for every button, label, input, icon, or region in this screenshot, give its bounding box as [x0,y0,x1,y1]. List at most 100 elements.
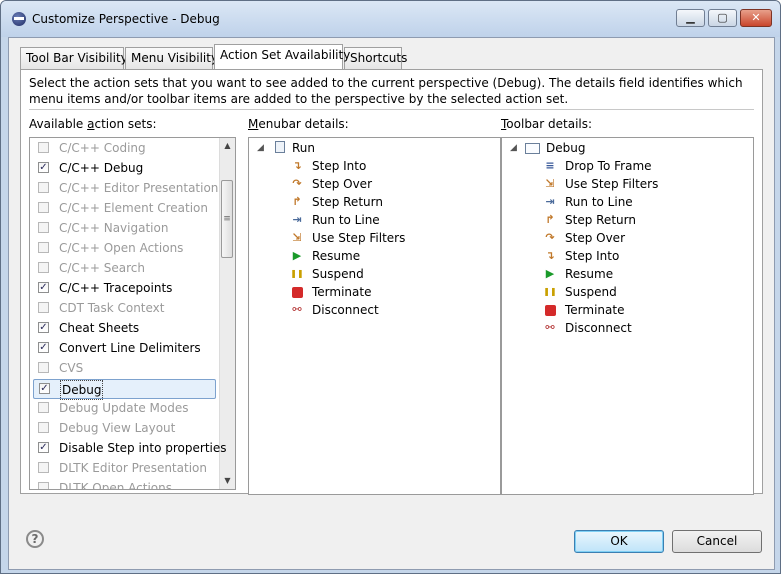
tab-menu-visibility[interactable]: Menu Visibility [125,47,218,69]
step-into-icon: ↴ [292,159,302,172]
scroll-down-arrow-icon[interactable]: ▼ [220,473,235,489]
checkbox[interactable]: ✓ [38,342,49,353]
checkbox[interactable] [38,482,49,489]
step-into-icon: ↴ [545,249,555,262]
menubar-details-tree[interactable]: ◢ Run ↴ Step Into ↷ Step Over ↱ Step Return ⇥ R… [248,137,501,495]
list-item[interactable]: C/C++ Search [33,258,214,278]
tree-node-label: Resume [312,249,361,263]
help-icon[interactable]: ? [26,530,44,548]
list-item[interactable]: DLTK Editor Presentation [33,458,214,478]
tree-node-label: Suspend [565,285,617,299]
checkbox[interactable] [38,362,49,373]
step-return-icon: ↱ [292,195,302,208]
tree-node-label: Disconnect [565,321,632,335]
collapse-arrow-icon[interactable]: ◢ [257,139,264,157]
toolbar-details-tree[interactable]: ◢ Debug ≡ Drop To Frame ⇲ Use Step Filters ⇥… [501,137,754,495]
checkbox[interactable] [38,242,49,253]
list-item-label: C/C++ Editor Presentation [59,181,219,195]
checkbox[interactable]: ✓ [38,322,49,333]
list-item-label: C/C++ Open Actions [59,241,184,255]
eclipse-icon [12,12,26,26]
tree-node-label: Step Return [565,213,636,227]
step-over-icon: ↷ [292,177,302,190]
tree-node-label: Run to Line [312,213,380,227]
step-return-icon: ↱ [545,213,555,226]
cancel-button[interactable]: Cancel [672,530,762,553]
list-item-label: Debug Update Modes [59,401,189,415]
dialog-client-area: Tool Bar Visibility Menu Visibility Acti… [8,37,775,570]
step-over-icon: ↷ [545,231,555,244]
disconnect-icon: ⚯ [292,303,302,316]
list-item-label: CDT Task Context [59,301,165,315]
disconnect-icon: ⚯ [545,321,555,334]
list-item-label: Cheat Sheets [59,321,140,335]
list-item[interactable]: C/C++ Editor Presentation [33,178,218,198]
suspend-icon: ❚❚ [290,269,304,278]
checkbox[interactable]: ✓ [39,383,50,394]
tree-node-label: Step Return [312,195,383,209]
suspend-icon: ❚❚ [543,287,557,296]
checkbox[interactable] [38,422,49,433]
resume-icon: ▶ [292,249,302,262]
tab-tool-bar-visibility[interactable]: Tool Bar Visibility [20,47,128,69]
list-item[interactable]: C/C++ Coding [33,138,214,158]
checkbox[interactable] [38,142,49,153]
ok-button[interactable]: OK [574,530,664,553]
terminate-icon [292,287,303,298]
checkbox[interactable] [38,462,49,473]
tree-node-label: Disconnect [312,303,379,317]
checkbox[interactable] [38,202,49,213]
checkbox[interactable] [38,402,49,413]
tree-node-label: Step Over [312,177,372,191]
maximize-button[interactable]: ▢ [708,9,737,27]
list-item[interactable]: CVS [33,358,214,378]
available-action-sets-label: Available action sets: [29,117,157,131]
action-set-list[interactable]: ▲ ≡ ▼ C/C++ Coding ✓ C/C++ Debug C/C++ Edit… [29,137,236,490]
list-item[interactable]: Debug Update Modes [33,398,214,418]
scroll-thumb[interactable]: ≡ [221,180,233,258]
tree-node-label: Drop To Frame [565,159,652,173]
scroll-up-arrow-icon[interactable]: ▲ [220,138,235,154]
run-menu-icon [275,141,285,153]
collapse-arrow-icon[interactable]: ◢ [510,139,517,157]
checkbox[interactable] [38,222,49,233]
tab-shortcuts[interactable]: Shortcuts [344,47,407,69]
close-button[interactable]: ✕ [740,9,772,27]
checkbox[interactable] [38,302,49,313]
title-bar[interactable]: Customize Perspective - Debug ▁ ▢ ✕ [1,1,780,37]
list-item[interactable]: CDT Task Context [33,298,214,318]
list-item[interactable]: ✓ C/C++ Tracepoints [33,278,214,298]
tree-node-label: Step Over [565,231,625,245]
list-item-label: Convert Line Delimiters [59,341,201,355]
checkbox[interactable] [38,182,49,193]
list-item[interactable]: C/C++ Element Creation [33,198,214,218]
tab-action-set-availability[interactable]: Action Set Availability [214,44,350,69]
checkbox[interactable]: ✓ [38,162,49,173]
list-item[interactable]: ✓ Convert Line Delimiters [33,338,214,358]
list-item[interactable]: DLTK Open Actions [33,478,214,489]
list-item[interactable]: C/C++ Navigation [33,218,214,238]
checkbox[interactable]: ✓ [38,442,49,453]
list-item[interactable]: C/C++ Open Actions [33,238,214,258]
list-item-label: Debug View Layout [59,421,176,435]
list-item[interactable]: ✓ Cheat Sheets [33,318,214,338]
drop-to-frame-icon: ≡ [545,159,555,172]
separator [29,109,754,110]
tree-node-label: Terminate [565,303,625,317]
list-item-label: C/C++ Debug [59,161,144,175]
list-item[interactable]: ✓ Debug [33,379,216,400]
checkbox[interactable] [38,262,49,273]
list-item-label: C/C++ Element Creation [59,201,208,215]
list-scrollbar[interactable]: ▲ ≡ ▼ [219,138,235,489]
minimize-button[interactable]: ▁ [676,9,705,27]
tree-node-label: Step Into [312,159,367,173]
run-to-line-icon: ⇥ [545,195,555,208]
description-text: Select the action sets that you want to … [29,76,743,106]
list-item[interactable]: ✓ C/C++ Debug [33,158,214,178]
list-item[interactable]: ✓ Disable Step into properties [33,438,227,458]
list-item-label: Debug [60,380,104,400]
checkbox[interactable]: ✓ [38,282,49,293]
list-item[interactable]: Debug View Layout [33,418,214,438]
menubar-details-label: Menubar details: [248,117,349,131]
tree-node-label: Terminate [312,285,372,299]
